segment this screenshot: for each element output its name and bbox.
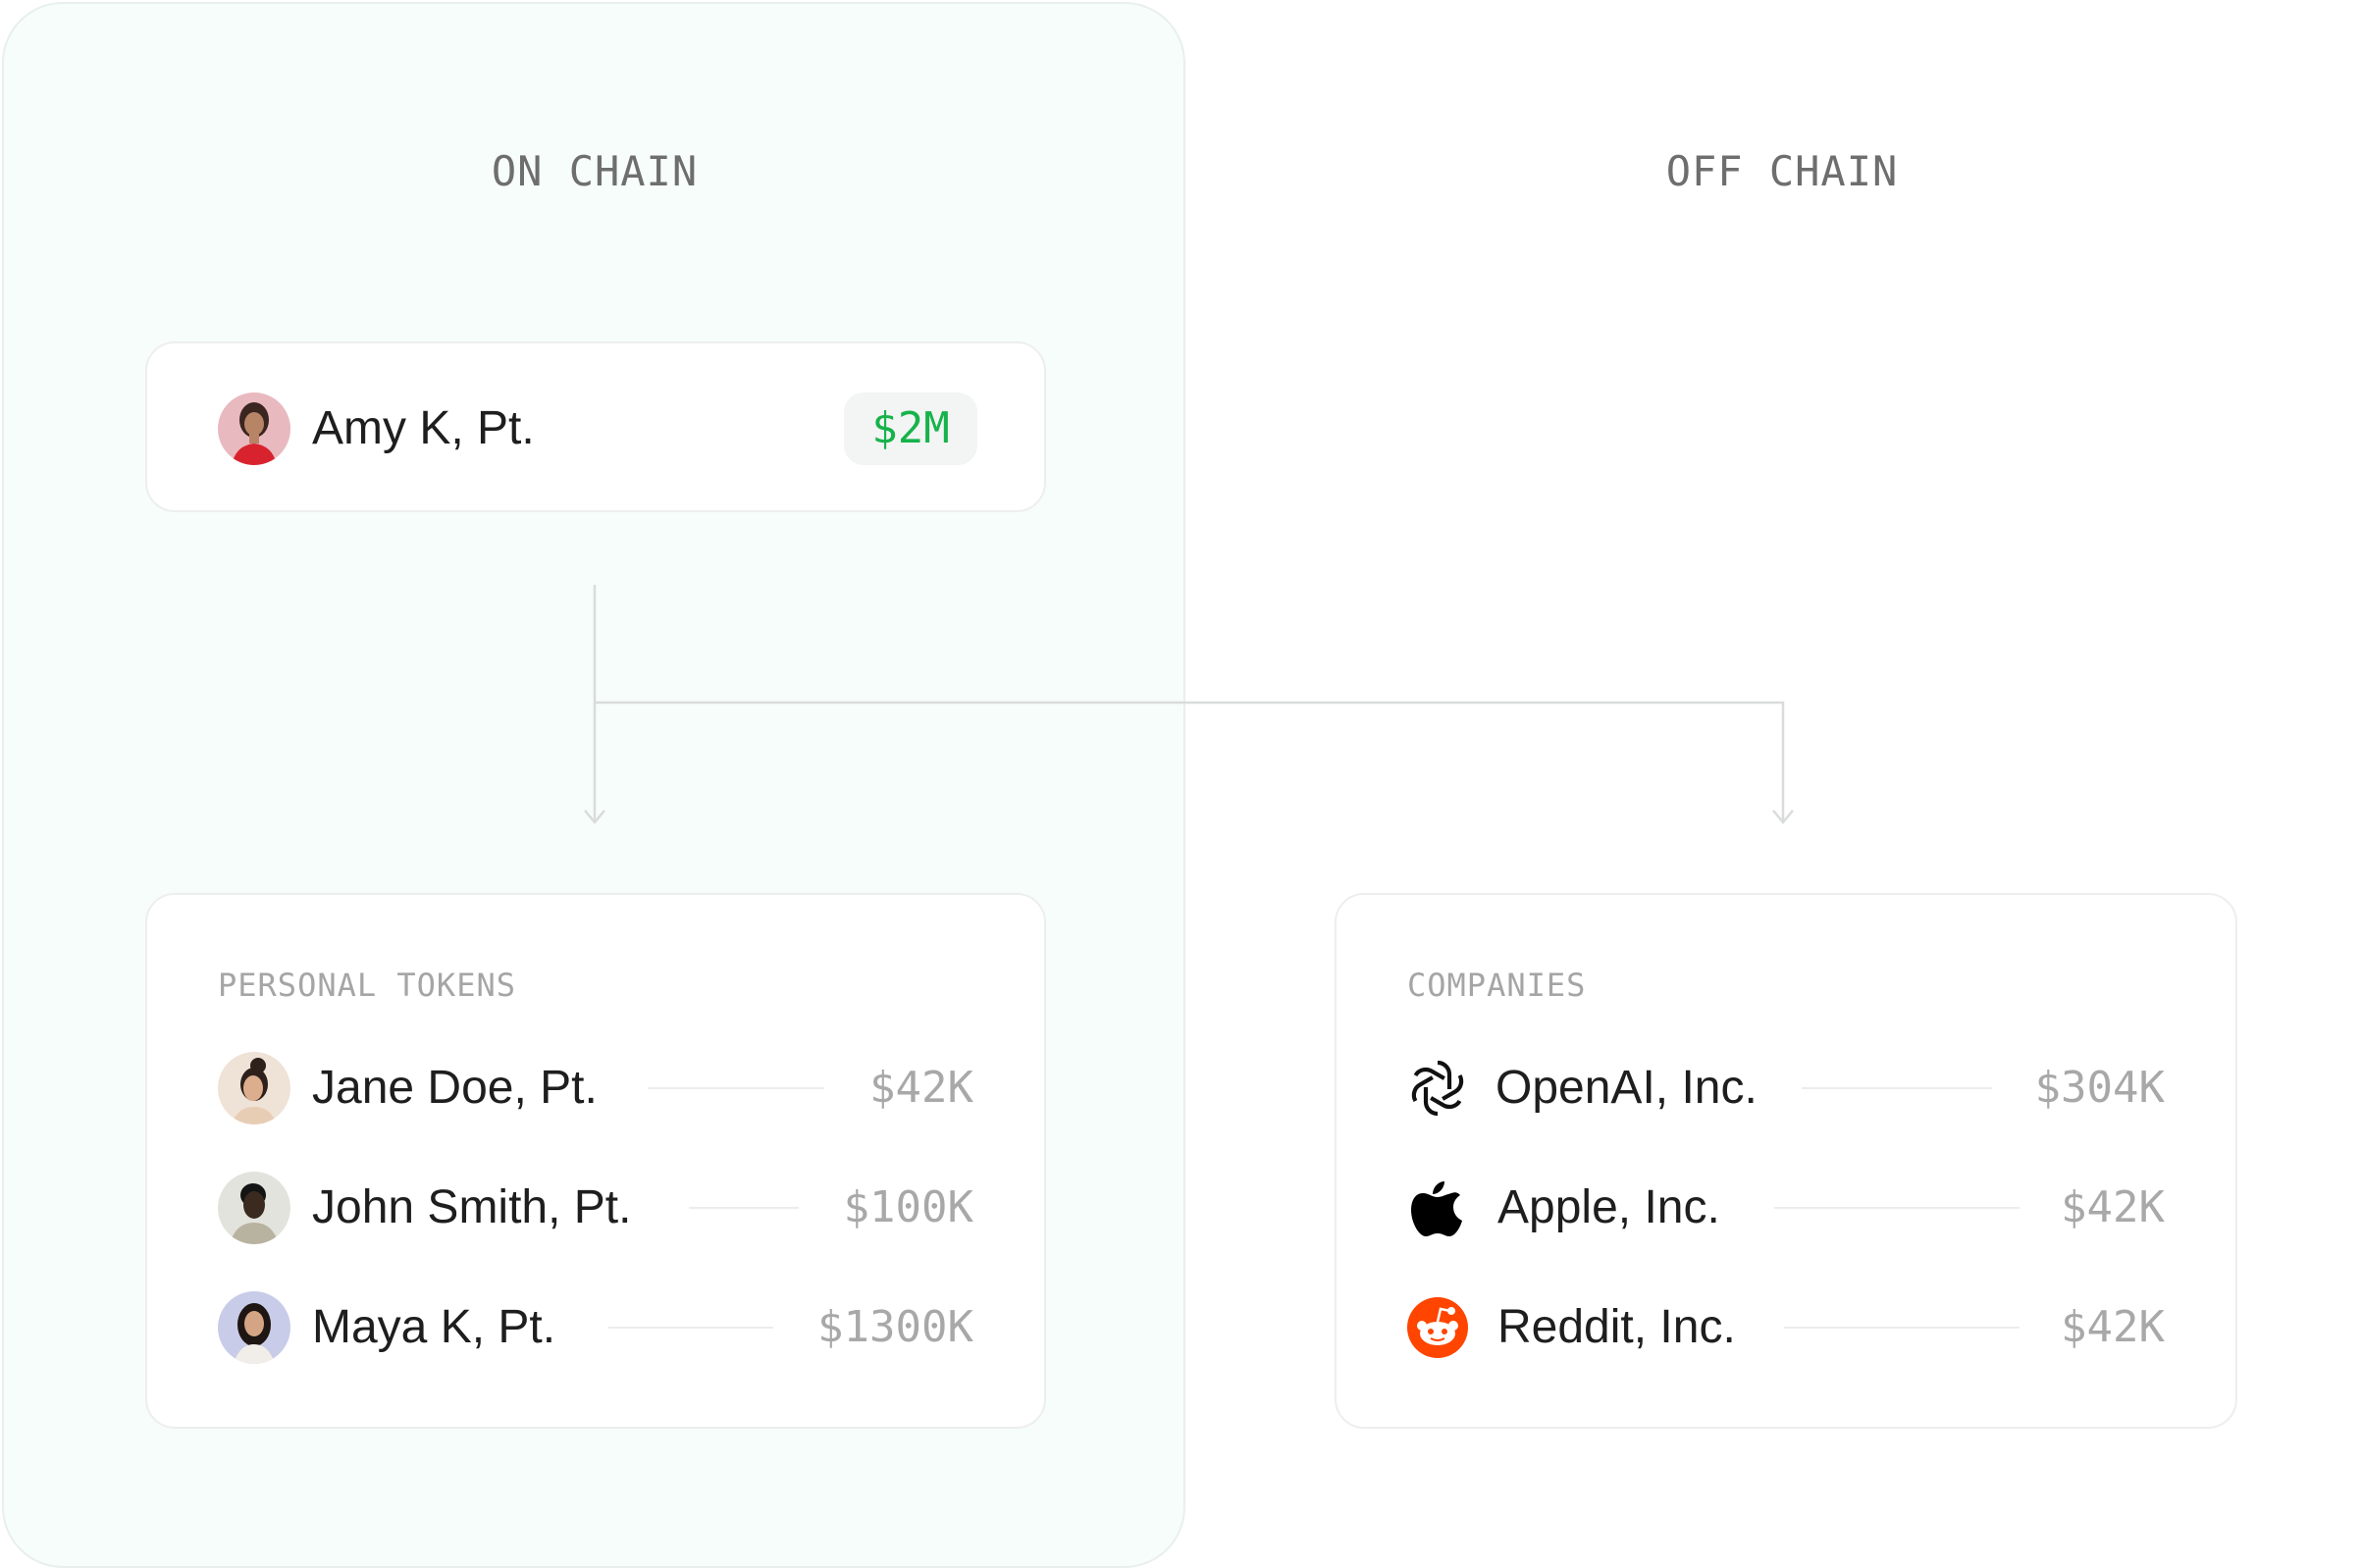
token-name: Jane Doe, Pt. <box>312 1062 598 1114</box>
leader-line <box>1802 1087 1992 1089</box>
connector-line-branch <box>595 701 1785 822</box>
leader-line <box>1784 1327 2020 1329</box>
company-value: $304K <box>2034 1063 2165 1113</box>
token-name: Maya K, Pt. <box>312 1301 556 1353</box>
openai-logo-icon <box>1405 1056 1470 1121</box>
leader-line <box>1774 1207 2020 1209</box>
reddit-logo-icon <box>1405 1295 1470 1360</box>
companies-label: COMPANIES <box>1407 967 1587 1004</box>
avatar-amy <box>218 392 290 465</box>
token-name: John Smith, Pt. <box>312 1181 632 1233</box>
featured-token-name: Amy K, Pt. <box>312 402 535 454</box>
company-name: Apple, Inc. <box>1497 1181 1720 1233</box>
avatar-jane <box>218 1052 290 1124</box>
token-value: $42K <box>869 1063 973 1113</box>
avatar-maya <box>218 1291 290 1364</box>
featured-token-value-badge: $2M <box>844 392 977 465</box>
company-value: $42K <box>2061 1182 2165 1232</box>
leader-line <box>608 1327 773 1329</box>
token-value: $1300K <box>817 1302 973 1352</box>
featured-token-card[interactable]: Amy K, Pt. $2M <box>145 341 1046 512</box>
company-name: Reddit, Inc. <box>1497 1301 1736 1353</box>
company-name: OpenAI, Inc. <box>1495 1062 1758 1114</box>
apple-logo-icon <box>1405 1176 1470 1240</box>
token-value: $100K <box>843 1182 973 1232</box>
leader-line <box>648 1087 824 1089</box>
leader-line <box>689 1207 799 1209</box>
avatar-john <box>218 1172 290 1244</box>
companies-card: COMPANIES OpenAI, Inc. $304K Apple, Inc.… <box>1335 893 2237 1429</box>
personal-tokens-label: PERSONAL TOKENS <box>218 967 516 1004</box>
company-value: $42K <box>2061 1302 2165 1352</box>
personal-tokens-card: PERSONAL TOKENS Jane Doe, Pt. $42K John … <box>145 893 1046 1429</box>
